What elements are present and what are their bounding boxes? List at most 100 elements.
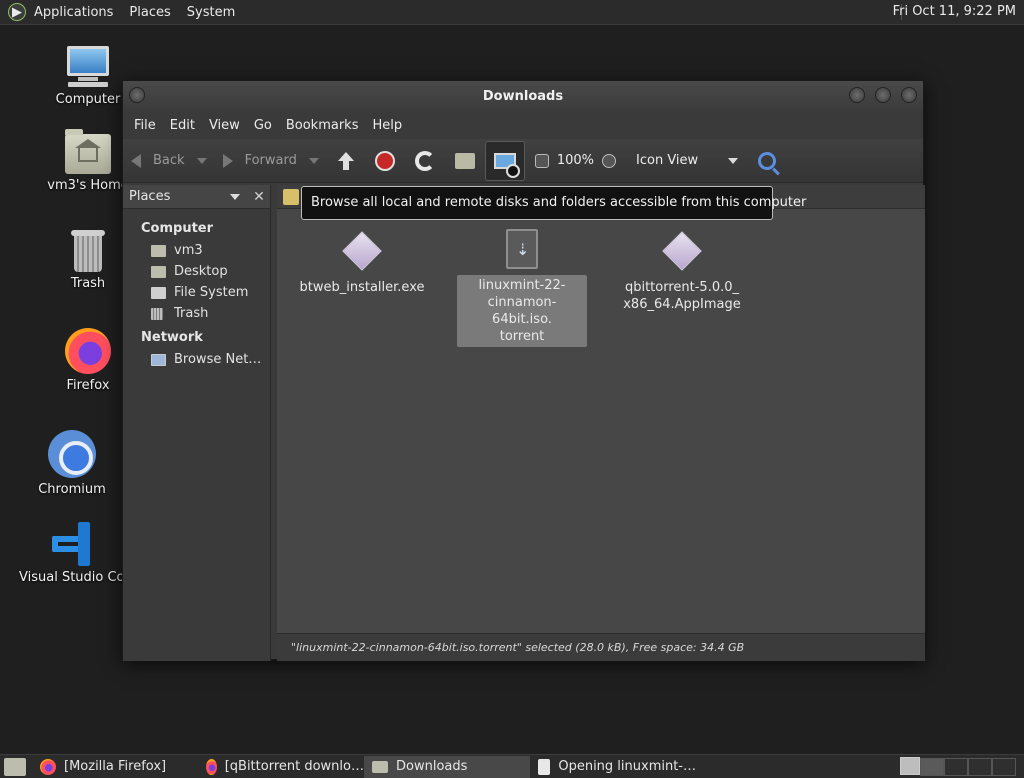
status-bar: "linuxmint-22-cinnamon-64bit.iso.torrent…	[277, 633, 925, 661]
minimize-button[interactable]	[849, 87, 865, 103]
document-icon	[538, 758, 551, 775]
reload-icon	[414, 150, 435, 171]
zoom-in-button[interactable]	[602, 153, 617, 168]
clock[interactable]: Fri Oct 11, 9:22 PM	[893, 4, 1016, 19]
workspace-1[interactable]	[920, 758, 944, 776]
back-label: Back	[153, 153, 185, 168]
file-name: btweb_installer.exe	[299, 280, 425, 295]
menubar: File Edit View Go Bookmarks Help	[123, 111, 923, 139]
zoom-out-button[interactable]	[534, 153, 549, 168]
stop-button[interactable]	[374, 150, 395, 171]
mint-logo-icon[interactable]: ▶	[8, 3, 26, 21]
file-view[interactable]: btweb_installer.exe linuxmint-22- cinnam…	[277, 185, 925, 633]
edit-location-icon[interactable]	[283, 189, 299, 205]
firefox-icon	[206, 758, 217, 775]
appimage-file-icon	[662, 231, 702, 273]
taskbar-item-firefox[interactable]: [Mozilla Firefox]	[32, 756, 198, 778]
menu-edit[interactable]: Edit	[163, 118, 202, 133]
toolbar: Back Forward 100% Icon View	[123, 139, 923, 183]
menu-view[interactable]: View	[202, 118, 247, 133]
show-desktop-icon[interactable]	[4, 757, 26, 776]
menu-go[interactable]: Go	[247, 118, 279, 133]
file-name: qbittorrent-5.0.0_ x86_64.AppImage	[623, 280, 741, 312]
menu-help[interactable]: Help	[365, 118, 409, 133]
workspace-switcher[interactable]	[920, 758, 1016, 776]
stop-icon	[374, 150, 395, 171]
close-button[interactable]	[901, 87, 917, 103]
desktop-icon-chromium[interactable]: Chromium	[17, 430, 127, 497]
sidebar-item-file-system[interactable]: File System	[123, 282, 270, 303]
folder-icon	[372, 760, 388, 773]
taskbar-item-qbittorrent[interactable]: [qBittorrent downlo…	[198, 756, 364, 778]
computer-icon	[64, 46, 112, 88]
search-button[interactable]	[758, 151, 777, 170]
maximize-button[interactable]	[875, 87, 891, 103]
network-icon	[151, 353, 166, 366]
bottom-panel: [Mozilla Firefox] [qBittorrent downlo… D…	[0, 754, 1024, 778]
menu-file[interactable]: File	[127, 118, 163, 133]
sidebar-type-select[interactable]: Places	[129, 189, 230, 204]
file-item[interactable]: qbittorrent-5.0.0_ x86_64.AppImage	[617, 231, 747, 313]
tooltip: Browse all local and remote disks and fo…	[301, 186, 806, 220]
chevron-down-icon	[728, 157, 739, 164]
forward-label: Forward	[244, 153, 297, 168]
file-item[interactable]: btweb_installer.exe	[297, 231, 427, 296]
forward-history-dropdown[interactable]	[308, 157, 319, 164]
window-title: Downloads	[482, 88, 564, 104]
sidebar-item-vm3[interactable]: vm3	[123, 240, 270, 261]
file-item-selected[interactable]: linuxmint-22- cinnamon-64bit.iso. torren…	[457, 229, 587, 347]
desktop-icon-label: Visual Studio Code	[19, 570, 124, 585]
desktop-folder-icon	[151, 265, 166, 278]
taskbar-item-opening[interactable]: Opening linuxmint-…	[530, 756, 696, 778]
places-menu[interactable]: Places	[121, 5, 178, 20]
system-menu[interactable]: System	[179, 5, 243, 20]
forward-button[interactable]: Forward	[222, 153, 319, 168]
back-button[interactable]: Back	[131, 153, 207, 168]
workspace-2[interactable]	[944, 758, 968, 776]
desktop-icon-label: Chromium	[38, 482, 106, 497]
sidebar-section-network: Network	[141, 330, 203, 345]
sidebar: Places ✕ Computer vm3 Desktop File Syste…	[123, 185, 271, 661]
window-titlebar[interactable]: Downloads	[123, 81, 923, 111]
home-folder-icon	[65, 129, 111, 174]
sidebar-item-browse-network[interactable]: Browse Net…	[123, 349, 270, 370]
computer-button[interactable]	[484, 140, 525, 181]
zoom-control: 100%	[534, 153, 626, 168]
chromium-icon	[48, 430, 96, 478]
taskbar-item-label: Downloads	[396, 759, 468, 774]
taskbar-item-label: [qBittorrent downlo…	[224, 759, 364, 774]
vscode-icon	[48, 522, 92, 566]
sidebar-item-label: Trash	[174, 306, 209, 321]
trash-icon	[71, 230, 105, 272]
desktop-icon-vscode[interactable]: Visual Studio Code	[16, 522, 124, 585]
top-menu: ▶ Applications Places System	[0, 3, 243, 21]
taskbar-item-downloads[interactable]: Downloads	[364, 755, 530, 778]
window-menu-button[interactable]	[129, 87, 145, 103]
forward-arrow-icon	[222, 153, 233, 168]
workspace-3[interactable]	[968, 758, 992, 776]
back-history-dropdown[interactable]	[196, 157, 207, 164]
firefox-icon	[40, 758, 56, 775]
applications-menu[interactable]: Applications	[26, 5, 121, 20]
menu-bookmarks[interactable]: Bookmarks	[279, 118, 366, 133]
drive-icon	[151, 286, 166, 299]
chevron-down-icon[interactable]	[230, 193, 240, 200]
torrent-file-icon	[504, 229, 540, 269]
home-button[interactable]	[454, 152, 475, 169]
file-manager-window: Downloads File Edit View Go Bookmarks He…	[122, 80, 925, 661]
close-sidebar-icon[interactable]: ✕	[248, 189, 270, 205]
top-panel: ▶ Applications Places System Fri Oct 11,…	[0, 0, 1024, 25]
file-name: linuxmint-22- cinnamon-64bit.iso. torren…	[457, 275, 587, 347]
reload-button[interactable]	[414, 150, 435, 171]
workspace-4[interactable]	[992, 758, 1016, 776]
workspace-indicator-icon[interactable]	[900, 757, 920, 775]
sidebar-item-label: Browse Net…	[174, 352, 262, 367]
view-mode-select[interactable]: Icon View	[636, 153, 739, 168]
sidebar-section-computer: Computer	[141, 221, 214, 236]
up-button[interactable]	[335, 150, 357, 172]
sidebar-item-desktop[interactable]: Desktop	[123, 261, 270, 282]
up-arrow-icon	[335, 150, 357, 172]
sidebar-header: Places ✕	[123, 185, 270, 209]
sidebar-item-trash[interactable]: Trash	[123, 303, 270, 324]
taskbar-item-label: [Mozilla Firefox]	[64, 759, 167, 774]
